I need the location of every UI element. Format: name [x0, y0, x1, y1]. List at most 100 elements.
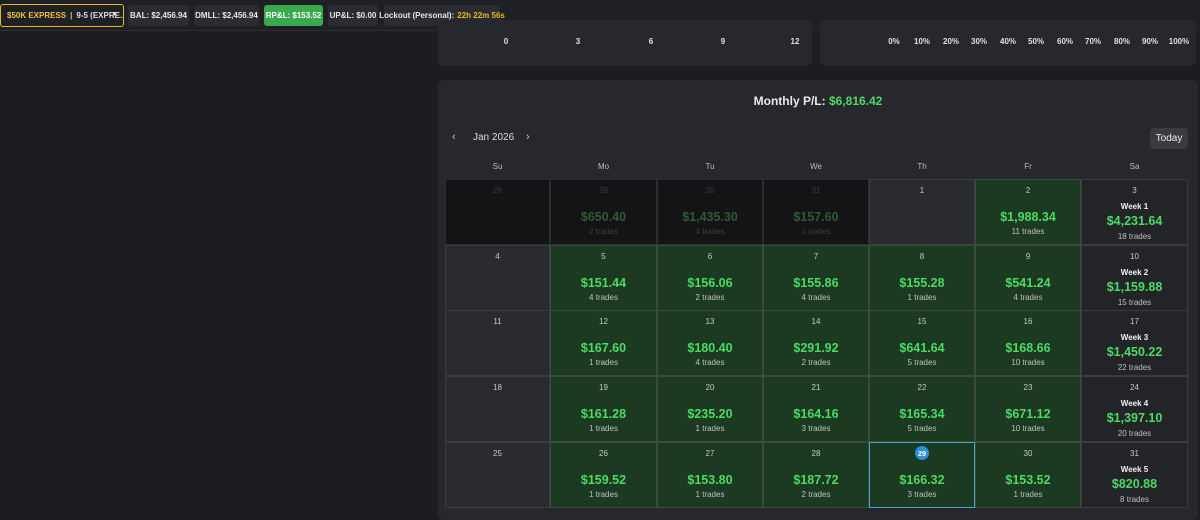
- week-summary-cell[interactable]: 31 Week 5 $820.88 8 trades: [1081, 442, 1188, 508]
- trade-count: 10 trades: [1011, 358, 1045, 367]
- day-number: 18: [493, 383, 502, 392]
- day-pnl-amount: $650.40: [580, 210, 627, 224]
- calendar-day-cell[interactable]: 8 $155.28 1 trades: [869, 245, 975, 311]
- month-label: Jan 2026: [473, 132, 515, 143]
- trade-count: 1 trades: [1013, 490, 1043, 499]
- calendar-day-cell[interactable]: 12 $167.60 1 trades: [550, 310, 657, 376]
- monthly-pnl-title: Monthly P/L: $6,816.42: [438, 94, 1198, 108]
- week-summary-cell[interactable]: 17 Week 3 $1,450.22 22 trades: [1081, 310, 1188, 376]
- calendar-day-cell[interactable]: 4: [445, 245, 550, 311]
- trade-count: 1 trades: [589, 424, 618, 433]
- calendar-day-cell[interactable]: 29 $650.40 2 trades: [550, 179, 657, 245]
- calendar-day-cell[interactable]: 2 $1,988.34 11 trades: [975, 179, 1081, 245]
- day-pnl-amount: $161.28: [580, 407, 627, 421]
- calendar-day-cell[interactable]: 22 $165.34 5 trades: [869, 376, 975, 442]
- x-tick-label: 6: [648, 37, 654, 46]
- x-tick-label: 10%: [913, 37, 931, 46]
- calendar-day-cell[interactable]: 20 $235.20 1 trades: [657, 376, 763, 442]
- x-tick-label: 80%: [1113, 37, 1131, 46]
- calendar-day-cell[interactable]: 27 $153.80 1 trades: [657, 442, 763, 508]
- calendar-day-cell[interactable]: 28: [445, 179, 550, 245]
- week-pnl-amount: $820.88: [1111, 477, 1158, 491]
- weekday-label: Th: [917, 162, 927, 171]
- calendar-day-cell[interactable]: 6 $156.06 2 trades: [657, 245, 763, 311]
- day-number: 28: [811, 449, 821, 458]
- x-tick-label: 30%: [970, 37, 988, 46]
- weekday-label: Fr: [1024, 162, 1032, 171]
- day-number: 1: [919, 186, 925, 195]
- week-pnl-amount: $1,159.88: [1106, 280, 1163, 294]
- day-pnl-amount: $291.92: [793, 341, 839, 355]
- calendar-day-cell[interactable]: 14 $291.92 2 trades: [763, 310, 869, 376]
- calendar-day-cell[interactable]: 26 $159.52 1 trades: [550, 442, 657, 508]
- day-number: 16: [1023, 317, 1033, 326]
- calendar-day-cell[interactable]: 30 $153.52 1 trades: [975, 442, 1081, 508]
- trade-count: 4 trades: [589, 293, 618, 302]
- account-selector[interactable]: $50K EXPRESS | 9-5 (EXPRE... ▼: [0, 4, 124, 27]
- day-number: 11: [493, 317, 502, 326]
- calendar-day-cell[interactable]: 31 $157.60 1 trades: [763, 179, 869, 245]
- chevron-right-icon[interactable]: ›: [526, 131, 530, 143]
- day-number: 3: [1132, 186, 1137, 195]
- day-pnl-amount: $180.40: [687, 341, 733, 355]
- calendar-day-cell[interactable]: 18: [445, 376, 550, 442]
- x-tick-label: 12: [790, 37, 800, 46]
- trade-count: 20 trades: [1117, 429, 1152, 438]
- trade-count: 5 trades: [907, 424, 937, 433]
- day-number: 24: [1130, 383, 1139, 392]
- calendar-day-cell[interactable]: 7 $155.86 4 trades: [763, 245, 869, 311]
- day-pnl-amount: $157.60: [793, 210, 839, 224]
- week-summary-cell[interactable]: 24 Week 4 $1,397.10 20 trades: [1081, 376, 1188, 442]
- chevron-left-icon[interactable]: ‹: [452, 131, 456, 143]
- day-number: 6: [707, 252, 713, 261]
- balance-badge: BAL: $2,456.94: [128, 5, 189, 26]
- day-number: 30: [705, 186, 715, 195]
- week-summary-cell[interactable]: 10 Week 2 $1,159.88 15 trades: [1081, 245, 1188, 311]
- day-pnl-amount: $156.06: [687, 276, 733, 290]
- trade-count: 1 trades: [589, 490, 618, 499]
- day-pnl-amount: $641.64: [899, 341, 945, 355]
- day-number: 14: [811, 317, 821, 326]
- x-tick-label: 90%: [1141, 37, 1159, 46]
- day-pnl-amount: $235.20: [687, 407, 733, 421]
- weekday-label: Mo: [597, 162, 610, 171]
- day-number: 10: [1130, 252, 1139, 261]
- today-button[interactable]: Today: [1150, 128, 1188, 149]
- trade-count: 11 trades: [1011, 227, 1045, 236]
- chart-panel-left: 0 3 6 9 12: [438, 20, 812, 66]
- trade-count: 2 trades: [695, 293, 725, 302]
- calendar-day-cell[interactable]: 15 $641.64 5 trades: [869, 310, 975, 376]
- calendar-day-cell[interactable]: 30 $1,435.30 4 trades: [657, 179, 763, 245]
- week-pnl-amount: $4,231.64: [1106, 214, 1163, 228]
- calendar-day-cell[interactable]: 29 $166.32 3 trades: [869, 442, 975, 508]
- calendar-day-cell[interactable]: 5 $151.44 4 trades: [550, 245, 657, 311]
- calendar-day-cell[interactable]: 21 $164.16 3 trades: [763, 376, 869, 442]
- day-number: 31: [811, 186, 821, 195]
- calendar-day-cell[interactable]: 1: [869, 179, 975, 245]
- today-indicator: 29: [915, 446, 929, 460]
- calendar-day-cell[interactable]: 11: [445, 310, 550, 376]
- x-tick-label: 70%: [1084, 37, 1102, 46]
- week-summary-cell[interactable]: 3 Week 1 $4,231.64 18 trades: [1081, 179, 1188, 245]
- day-pnl-amount: $155.86: [793, 276, 839, 290]
- calendar-day-cell[interactable]: 28 $187.72 2 trades: [763, 442, 869, 508]
- calendar-day-cell[interactable]: 25: [445, 442, 550, 508]
- trade-count: 1 trades: [695, 424, 725, 433]
- x-tick-label: 100%: [1168, 37, 1190, 46]
- day-pnl-amount: $165.34: [899, 407, 945, 421]
- day-number: 23: [1023, 383, 1033, 392]
- day-number: 15: [917, 317, 927, 326]
- day-pnl-amount: $1,435.30: [682, 210, 738, 224]
- day-number: 13: [705, 317, 715, 326]
- day-pnl-amount: $167.60: [580, 341, 627, 355]
- day-pnl-amount: $166.32: [899, 473, 945, 487]
- calendar-day-cell[interactable]: 9 $541.24 4 trades: [975, 245, 1081, 311]
- day-pnl-amount: $168.66: [1005, 341, 1051, 355]
- trade-count: 22 trades: [1117, 363, 1152, 372]
- calendar-day-cell[interactable]: 19 $161.28 1 trades: [550, 376, 657, 442]
- calendar-day-cell[interactable]: 16 $168.66 10 trades: [975, 310, 1081, 376]
- calendar-day-cell[interactable]: 23 $671.12 10 trades: [975, 376, 1081, 442]
- trade-count: 1 trades: [801, 227, 831, 236]
- day-number: 4: [495, 252, 500, 261]
- calendar-day-cell[interactable]: 13 $180.40 4 trades: [657, 310, 763, 376]
